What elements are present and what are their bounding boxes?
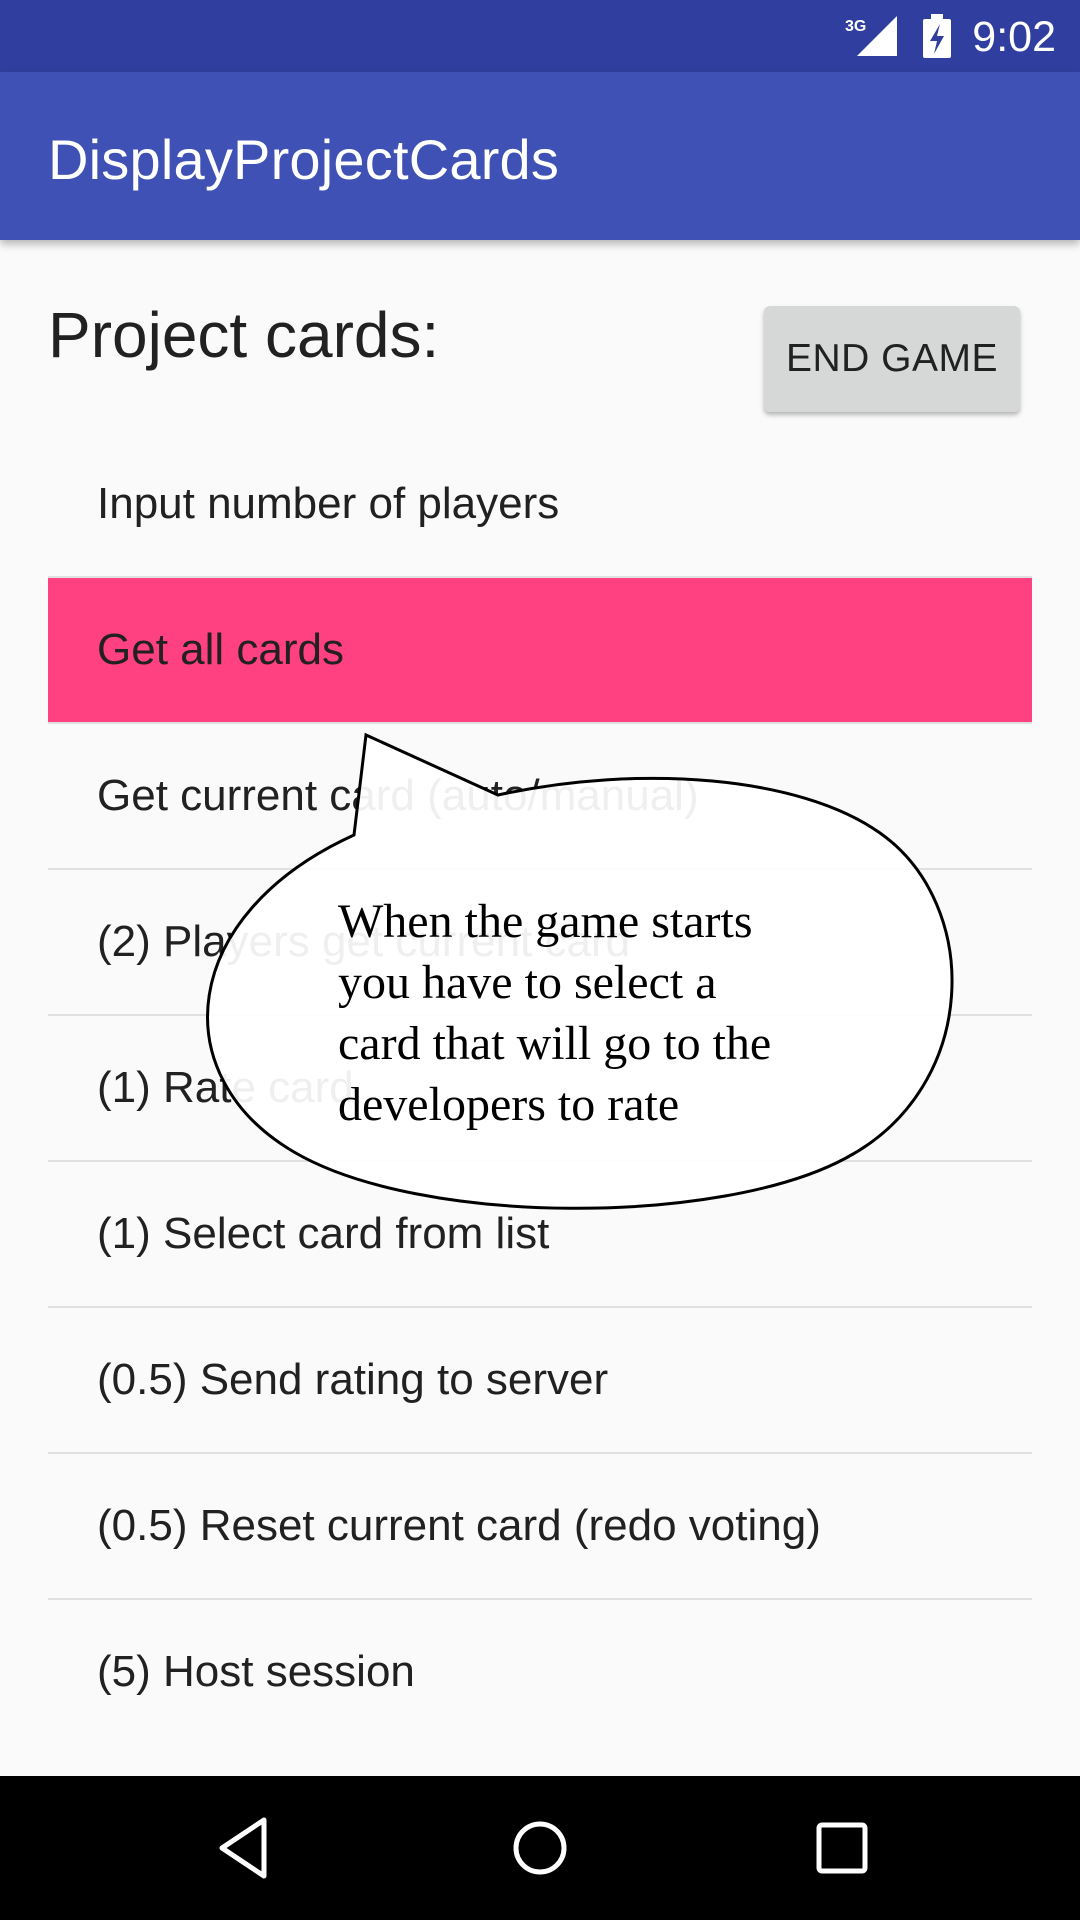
card-list-item[interactable]: Input number of players (48, 432, 1032, 578)
speech-bubble-line: card that will go to the (338, 1017, 772, 1070)
section-title: Project cards: (48, 299, 440, 371)
end-game-button[interactable]: END GAME (764, 306, 1020, 412)
speech-bubble-line: you have to select a (338, 956, 717, 1009)
card-list-item[interactable]: (0.5) Reset current card (redo voting) (48, 1454, 1032, 1600)
home-icon[interactable] (504, 1812, 576, 1884)
card-list-item-selected[interactable]: Get all cards (48, 578, 1032, 724)
network-label: 3G (845, 18, 866, 35)
status-bar: 3G 9:02 (0, 0, 1080, 72)
battery-charging-icon (923, 14, 951, 58)
back-icon[interactable] (210, 1812, 282, 1884)
app-bar: DisplayProjectCards (0, 72, 1080, 240)
card-list-item[interactable]: (0.5) Send rating to server (48, 1308, 1032, 1454)
speech-bubble-line: When the game starts (338, 895, 753, 948)
card-list-item[interactable]: (5) Host session (48, 1600, 1032, 1746)
navigation-bar (0, 1776, 1080, 1920)
app-title: DisplayProjectCards (48, 128, 560, 191)
speech-bubble-line: developers to rate (338, 1078, 680, 1131)
signal-3g-icon: 3G (845, 16, 897, 56)
speech-bubble-text: When the game starts you have to select … (338, 891, 838, 1135)
recents-icon[interactable] (806, 1812, 878, 1884)
card-list-item[interactable]: Get current card (auto/manual) (48, 724, 1032, 870)
card-list-item[interactable]: (1) Select card from list (48, 1162, 1032, 1308)
status-time: 9:02 (972, 13, 1056, 61)
